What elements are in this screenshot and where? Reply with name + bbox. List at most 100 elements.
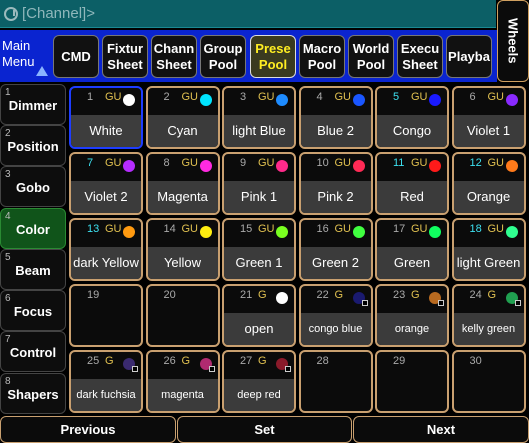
sidebar-item-beam[interactable]: 5 Beam — [0, 249, 66, 290]
preset-cell[interactable]: 29 — [375, 350, 449, 413]
gel-square-icon — [361, 300, 368, 306]
preset-cell[interactable]: 9 GU Pink 1 — [222, 152, 296, 215]
preset-name: Orange — [453, 181, 524, 213]
toolbar-button-7[interactable]: Execu Sheet — [397, 35, 443, 78]
main-menu-button[interactable]: Main Menu — [2, 38, 48, 78]
sidebar-item-position[interactable]: 2 Position — [0, 125, 66, 166]
preset-name: Congo — [377, 115, 447, 147]
preset-cell[interactable]: 25 Gdark fuchsia — [69, 350, 143, 413]
preset-number: 1 — [87, 91, 94, 103]
toolbar-button-4[interactable]: Prese Pool — [250, 35, 296, 78]
color-swatch-icon — [429, 226, 441, 238]
sidebar-item-focus[interactable]: 6 Focus — [0, 290, 66, 331]
preset-name: Green 2 — [300, 247, 371, 279]
toolbar-button-2[interactable]: Chann Sheet — [151, 35, 197, 78]
preset-type-tag: GU — [258, 91, 275, 103]
preset-cell[interactable]: 12 GU Orange — [451, 152, 526, 215]
preset-number: 21 — [240, 289, 253, 301]
preset-number: 13 — [87, 223, 100, 235]
preset-cell[interactable]: 18 GU light Green — [451, 218, 526, 281]
preset-cell[interactable]: 21 Gopen — [222, 284, 296, 347]
preset-cell[interactable]: 13 GU dark Yellow — [69, 218, 143, 281]
preset-cell[interactable]: 24 Gkelly green — [451, 284, 526, 347]
preset-number: 5 — [393, 91, 400, 103]
sidebar-item-label: Gobo — [16, 180, 50, 195]
preset-cell[interactable]: 28 — [298, 350, 373, 413]
preset-cell[interactable]: 22 Gcongo blue — [298, 284, 373, 347]
preset-cell[interactable]: 14 GU Yellow — [145, 218, 220, 281]
toolbar-button-5[interactable]: Macro Pool — [299, 35, 345, 78]
preset-number: 25 — [87, 355, 100, 367]
preset-type-tag: GU — [411, 157, 428, 169]
preset-number: 2 — [163, 91, 170, 103]
previous-button[interactable]: Previous — [0, 416, 176, 443]
toolbar-button-1[interactable]: Fixtur Sheet — [102, 35, 148, 78]
toolbar-button-6[interactable]: World Pool — [348, 35, 394, 78]
preset-name: light Green — [453, 247, 524, 279]
preset-number: 20 — [163, 289, 176, 301]
preset-type-tag: GU — [411, 223, 428, 235]
preset-name: open — [224, 313, 294, 345]
sidebar-item-gobo[interactable]: 3 Gobo — [0, 166, 66, 207]
sidebar-item-label: Shapers — [7, 387, 59, 402]
preset-cell[interactable]: 27 Gdeep red — [222, 350, 296, 413]
color-swatch-icon — [123, 160, 135, 172]
next-button[interactable]: Next — [353, 416, 529, 443]
power-icon — [4, 6, 18, 21]
preset-name: Magenta — [147, 181, 218, 213]
preset-type-tag: GU — [181, 223, 199, 235]
next-label: Next — [426, 422, 456, 437]
sidebar-item-label: Beam — [15, 263, 51, 278]
preset-name: Yellow — [147, 247, 218, 279]
preset-type-tag: GU — [487, 91, 505, 103]
preset-cell[interactable]: 11 GU Red — [375, 152, 449, 215]
preset-cell[interactable]: 16 GU Green 2 — [298, 218, 373, 281]
command-line[interactable]: [Channel]> — [0, 0, 496, 28]
preset-name: light Blue — [224, 115, 294, 147]
wheels-button[interactable]: Wheels — [497, 0, 529, 82]
preset-cell[interactable]: 20 — [145, 284, 220, 347]
preset-cell[interactable]: 17 GU Green — [375, 218, 449, 281]
preset-number: 28 — [316, 355, 329, 367]
preset-cell[interactable]: 10 GU Pink 2 — [298, 152, 373, 215]
preset-cell[interactable]: 1 GU White — [69, 86, 143, 149]
sidebar-item-dimmer[interactable]: 1 Dimmer — [0, 84, 66, 125]
sidebar-item-label: Color — [16, 222, 50, 237]
toolbar-button-0[interactable]: CMD — [53, 35, 99, 78]
preset-type-tag: GU — [181, 91, 199, 103]
color-swatch-icon — [123, 226, 135, 238]
preset-name: Pink 1 — [224, 181, 294, 213]
sidebar-item-color[interactable]: 4 Color — [0, 208, 66, 249]
set-button[interactable]: Set — [177, 416, 352, 443]
preset-name: Blue 2 — [300, 115, 371, 147]
preset-type-tag: GU — [105, 223, 122, 235]
preset-number: 23 — [393, 289, 406, 301]
preset-cell[interactable]: 8 GU Magenta — [145, 152, 220, 215]
sidebar-item-label: Dimmer — [8, 98, 58, 113]
preset-cell[interactable]: 2 GU Cyan — [145, 86, 220, 149]
preset-cell[interactable]: 19 — [69, 284, 143, 347]
preset-cell[interactable]: 5 GU Congo — [375, 86, 449, 149]
preset-cell[interactable]: 26 Gmagenta — [145, 350, 220, 413]
preset-cell[interactable]: 15 GU Green 1 — [222, 218, 296, 281]
preset-cell[interactable]: 4 GU Blue 2 — [298, 86, 373, 149]
preset-number: 3 — [240, 91, 247, 103]
preset-cell[interactable]: 23 Gorange — [375, 284, 449, 347]
color-swatch-icon — [505, 94, 518, 106]
preset-cell[interactable]: 30 — [451, 350, 526, 413]
toolbar-button-3[interactable]: Group Pool — [200, 35, 246, 78]
preset-cell[interactable]: 7 GU Violet 2 — [69, 152, 143, 215]
preset-number: 7 — [87, 157, 94, 169]
wheels-label: Wheels — [505, 18, 521, 64]
sidebar-item-shapers[interactable]: 8 Shapers — [0, 373, 66, 414]
preset-number: 10 — [316, 157, 329, 169]
sidebar-item-number: 6 — [5, 293, 11, 304]
sidebar-item-control[interactable]: 7 Control — [0, 331, 66, 372]
preset-number: 27 — [240, 355, 253, 367]
preset-number: 14 — [163, 223, 176, 235]
preset-cell[interactable]: 6 GU Violet 1 — [451, 86, 526, 149]
preset-name: magenta — [147, 379, 218, 411]
preset-cell[interactable]: 3 GU light Blue — [222, 86, 296, 149]
toolbar-button-8[interactable]: Playba — [446, 35, 492, 78]
toolbar-button-label: Fixtur Sheet — [106, 40, 144, 72]
